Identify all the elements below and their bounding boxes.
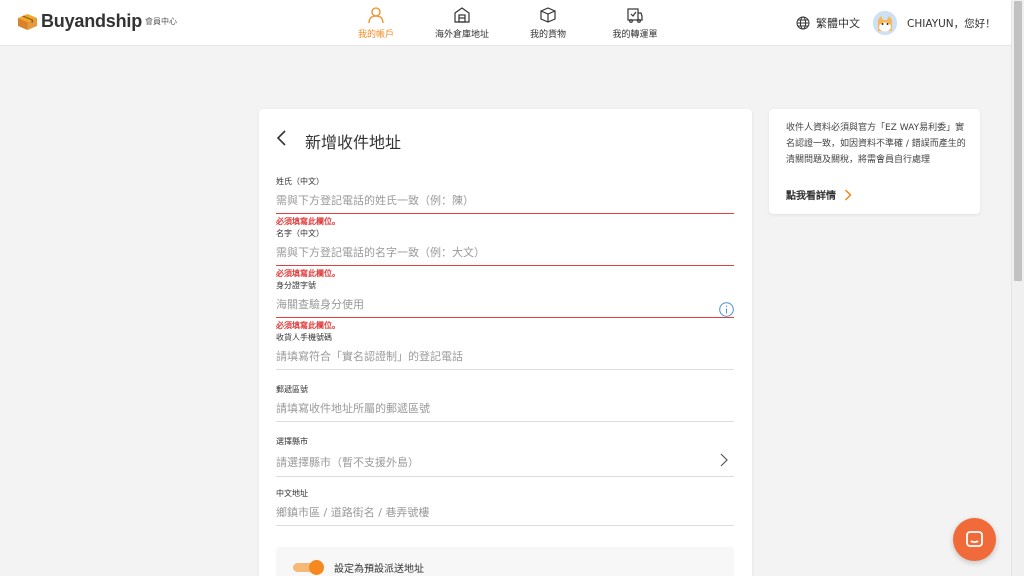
phone-field: 收貨人手機號碼 [276, 332, 734, 371]
user-icon [368, 7, 384, 24]
id-number-error: 必須填寫此欄位。 [276, 321, 340, 330]
city-select[interactable] [276, 452, 734, 472]
user-greeting: CHIAYUN，您好！ [907, 18, 996, 30]
phone-label: 收貨人手機號碼 [276, 333, 332, 342]
address-underline [276, 525, 734, 526]
info-icon[interactable] [719, 302, 734, 317]
nav-label: 海外倉庫地址 [434, 30, 489, 40]
given-name-underline [276, 265, 734, 266]
nav-warehouse-address[interactable]: 海外倉庫地址 [417, 6, 507, 40]
given-name-error: 必須填寫此欄位。 [276, 269, 340, 278]
given-name-field: 名字（中文） [276, 228, 734, 267]
scrollbar-thumb[interactable] [1014, 1, 1022, 281]
details-link-label: 點我看詳情 [786, 191, 836, 202]
id-number-label: 身分證字號 [276, 281, 316, 290]
default-address-row: 設定為預設派送地址 [276, 547, 734, 576]
cat-avatar-icon [873, 11, 897, 35]
surname-underline [276, 213, 734, 214]
top-header: Buyandship 會員中心 我的帳戶 海外倉庫地址 我的貨物 我的轉運單 繁… [0, 0, 1011, 46]
phone-underline [276, 369, 734, 370]
surname-input[interactable] [276, 190, 734, 210]
id-number-input[interactable] [276, 294, 696, 314]
nav-my-goods[interactable]: 我的貨物 [503, 6, 593, 40]
add-address-card: 新增收件地址 姓氏（中文） 必須填寫此欄位。 名字（中文） 必須填寫此欄位。 身… [259, 109, 752, 576]
chat-button[interactable] [953, 518, 996, 561]
box-icon [540, 7, 556, 23]
chevron-right-icon[interactable] [719, 453, 728, 467]
shipment-icon [627, 8, 643, 23]
surname-field: 姓氏（中文） [276, 176, 734, 215]
postal-code-field: 郵遞區號 [276, 384, 734, 423]
language-label: 繁體中文 [816, 17, 860, 30]
notice-card: 收件人資料必須與官方「EZ WAY易利委」實名認證一致，如因資料不準確 / 錯誤… [769, 109, 980, 214]
warehouse-icon [454, 7, 470, 23]
nav-label: 我的轉運單 [612, 30, 658, 40]
language-selector[interactable]: 繁體中文 [796, 15, 860, 31]
address-input[interactable] [276, 502, 734, 522]
postal-code-label: 郵遞區號 [276, 385, 308, 394]
postal-code-input[interactable] [276, 398, 734, 418]
globe-icon [796, 16, 810, 30]
given-name-input[interactable] [276, 242, 734, 262]
city-underline [276, 476, 734, 477]
nav-my-shipments[interactable]: 我的轉運單 [590, 6, 680, 40]
postal-code-underline [276, 421, 734, 422]
default-address-toggle[interactable] [293, 560, 324, 575]
page-title: 新增收件地址 [305, 133, 402, 152]
nav-my-account[interactable]: 我的帳戶 [331, 6, 421, 40]
chat-icon [966, 531, 983, 547]
given-name-label: 名字（中文） [276, 229, 324, 238]
details-link[interactable]: 點我看詳情 [786, 187, 852, 202]
page-scrollbar[interactable] [1011, 0, 1024, 576]
avatar[interactable] [873, 11, 897, 35]
nav-label: 我的貨物 [529, 30, 566, 40]
city-label: 選擇縣市 [276, 437, 308, 446]
address-field: 中文地址 [276, 488, 734, 527]
surname-label: 姓氏（中文） [276, 177, 324, 186]
default-address-label: 設定為預設派送地址 [334, 564, 424, 575]
back-arrow-icon[interactable] [275, 129, 291, 147]
chevron-right-icon [844, 188, 852, 201]
city-field[interactable]: 選擇縣市 [276, 436, 734, 478]
phone-input[interactable] [276, 346, 734, 366]
notice-text: 收件人資料必須與官方「EZ WAY易利委」實名認證一致，如因資料不準確 / 錯誤… [786, 123, 966, 165]
nav-label: 我的帳戶 [357, 30, 394, 40]
address-label: 中文地址 [276, 489, 308, 498]
surname-error: 必須填寫此欄位。 [276, 217, 340, 226]
toggle-knob [309, 560, 324, 575]
id-number-underline [276, 317, 734, 318]
id-number-field: 身分證字號 [276, 280, 734, 319]
